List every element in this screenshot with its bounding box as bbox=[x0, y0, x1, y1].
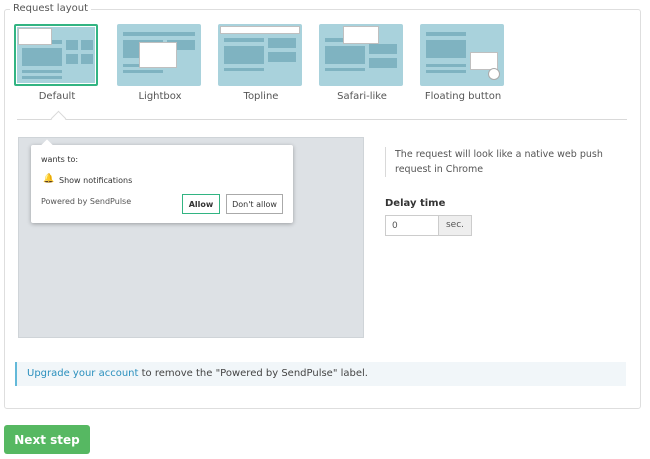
request-layout-legend: Request layout bbox=[10, 3, 91, 14]
upgrade-notice: Upgrade your account to remove the "Powe… bbox=[15, 362, 626, 386]
request-preview: wants to: 🔔 Show notifications Powered b… bbox=[18, 137, 364, 338]
layout-label-floating-button: Floating button bbox=[424, 91, 502, 102]
dont-allow-button[interactable]: Don't allow bbox=[226, 194, 283, 214]
notification-popup: wants to: 🔔 Show notifications Powered b… bbox=[31, 139, 293, 223]
delay-time-input[interactable] bbox=[385, 215, 439, 236]
layout-label-safari-like: Safari-like bbox=[337, 91, 387, 102]
layout-option-floating-button[interactable]: Floating button bbox=[420, 24, 506, 102]
layout-thumb-floating-button bbox=[420, 24, 504, 86]
layout-label-default: Default bbox=[38, 91, 76, 102]
layout-thumb-safari-like bbox=[319, 24, 403, 86]
next-step-button[interactable]: Next step bbox=[4, 425, 90, 454]
layout-thumb-lightbox bbox=[117, 24, 201, 86]
layout-label-lightbox: Lightbox bbox=[138, 91, 182, 102]
layout-thumb-default bbox=[14, 24, 98, 86]
layout-option-topline[interactable]: Topline bbox=[218, 24, 304, 102]
allow-button[interactable]: Allow bbox=[182, 194, 220, 214]
layout-label-topline: Topline bbox=[243, 91, 279, 102]
layout-thumb-topline bbox=[218, 24, 302, 86]
upgrade-notice-text: to remove the "Powered by SendPulse" lab… bbox=[138, 368, 368, 379]
layout-option-default[interactable]: Default bbox=[14, 24, 100, 102]
upgrade-account-link[interactable]: Upgrade your account bbox=[27, 368, 138, 379]
section-divider bbox=[17, 119, 627, 120]
layout-description: The request will look like a native web … bbox=[385, 147, 635, 177]
layout-options: Default Lightbox Topline Safari-like Flo… bbox=[14, 24, 534, 114]
delay-time-label: Delay time bbox=[385, 198, 446, 209]
bell-icon: 🔔 bbox=[43, 174, 55, 184]
powered-by-label: Powered by SendPulse bbox=[41, 197, 132, 206]
wants-to-text: wants to: bbox=[41, 155, 79, 164]
delay-unit-addon: sec. bbox=[438, 215, 472, 236]
layout-option-safari-like[interactable]: Safari-like bbox=[319, 24, 405, 102]
show-notifications-text: Show notifications bbox=[59, 176, 133, 185]
layout-option-lightbox[interactable]: Lightbox bbox=[117, 24, 203, 102]
popup-notch bbox=[41, 139, 53, 151]
